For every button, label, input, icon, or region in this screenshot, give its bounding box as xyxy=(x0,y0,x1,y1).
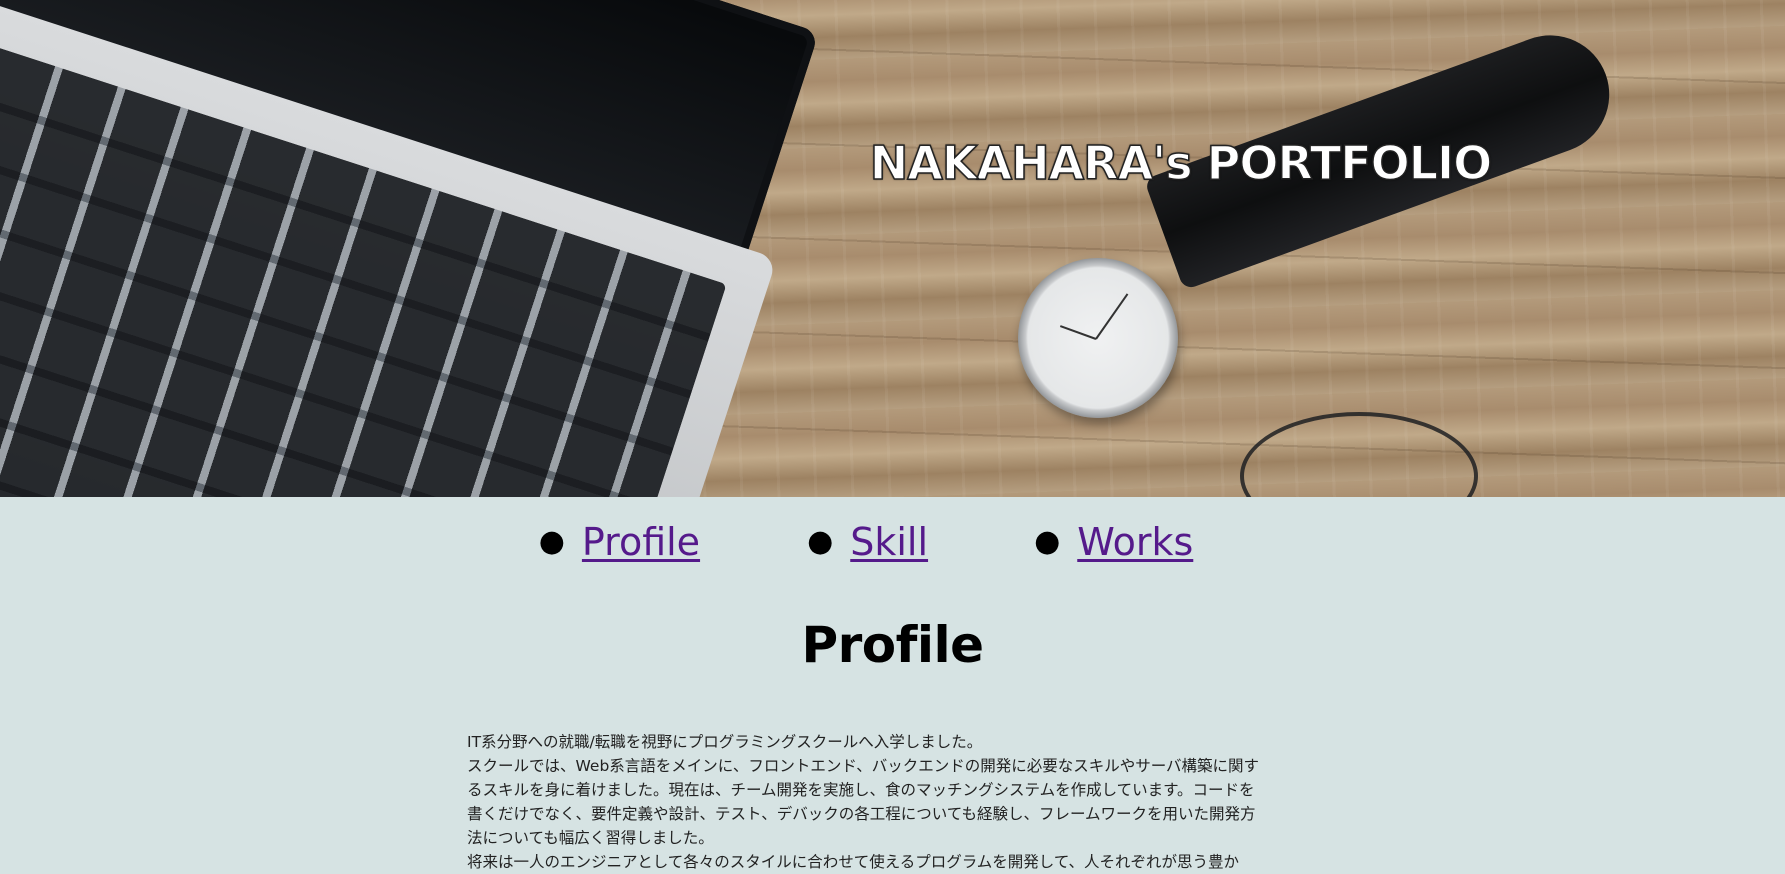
hero-banner: NAKAHARA's PORTFOLIO xyxy=(0,0,1785,497)
main-nav: ● Profile ● Skill ● Works xyxy=(0,497,1785,586)
nav-list: ● Profile ● Skill ● Works xyxy=(0,497,1785,586)
bullet-icon: ● xyxy=(1034,524,1061,559)
profile-paragraph: IT系分野への就職/転職を視野にプログラミングスクールへ入学しました。 xyxy=(467,733,983,751)
site-title: NAKAHARA's PORTFOLIO xyxy=(869,135,1493,191)
wristwatch-image xyxy=(1018,258,1178,418)
nav-item-skill: ● Skill xyxy=(807,520,928,564)
watch-hour-hand xyxy=(1059,325,1097,340)
profile-text: IT系分野への就職/転職を視野にプログラミングスクールへ入学しました。 スクール… xyxy=(467,730,1267,874)
watch-minute-hand xyxy=(1095,293,1129,340)
nav-link-works[interactable]: Works xyxy=(1077,520,1193,564)
bullet-icon: ● xyxy=(807,524,834,559)
bullet-icon: ● xyxy=(538,524,565,559)
nav-item-works: ● Works xyxy=(1034,520,1193,564)
profile-paragraph: スクールでは、Web系言語をメインに、フロントエンド、バックエンドの開発に必要な… xyxy=(467,757,1260,847)
nav-item-profile: ● Profile xyxy=(539,520,700,564)
nav-link-skill[interactable]: Skill xyxy=(850,520,928,564)
profile-heading: Profile xyxy=(801,616,984,674)
profile-paragraph: 将来は一人のエンジニアとして各々のスタイルに合わせて使えるプログラムを開発して、… xyxy=(467,853,1240,871)
nav-link-profile[interactable]: Profile xyxy=(582,520,700,564)
laptop-image xyxy=(0,0,848,497)
